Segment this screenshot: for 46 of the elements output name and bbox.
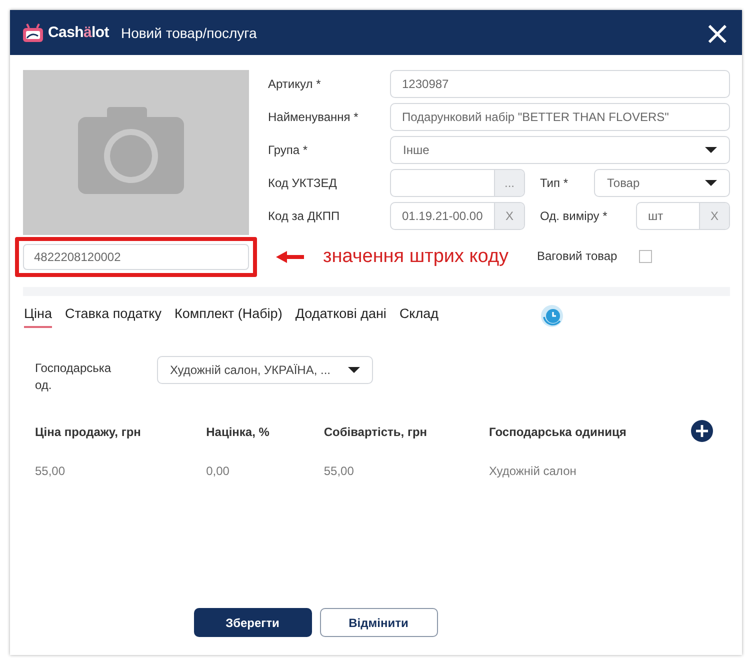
field-label: Артикул * <box>268 77 322 91</box>
save-button[interactable]: Зберегти <box>194 608 312 637</box>
tab[interactable]: Склад <box>399 304 439 328</box>
table-cell-text: 55,00 <box>34 463 66 480</box>
table-cell-text: 0,00 <box>205 463 230 480</box>
logo-icon <box>22 22 44 42</box>
lookup-field[interactable]: шт X <box>636 202 730 230</box>
tab[interactable]: Додаткові дані <box>295 304 386 328</box>
dropdown[interactable]: Інше <box>390 136 730 164</box>
lookup-button[interactable]: X <box>494 203 524 229</box>
camera-icon <box>78 107 184 194</box>
table-cell-text: Художній салон <box>488 463 578 480</box>
column-header: Націнка, % <box>205 424 270 441</box>
text-field[interactable]: 1230987 <box>390 70 730 98</box>
history-icon[interactable] <box>540 304 564 328</box>
table-cell-text: 55,00 <box>322 463 355 480</box>
lookup-field[interactable]: 01.19.21-00.00 X <box>390 202 525 230</box>
field-label: Група * <box>268 143 309 157</box>
field-label: Найменування * <box>268 110 360 124</box>
lookup-button[interactable]: ... <box>494 170 524 196</box>
close-button[interactable]: × <box>704 18 730 48</box>
window-title: Новий товар/послуга <box>120 24 258 40</box>
checkbox[interactable] <box>639 250 652 262</box>
field-label: Код УКТЗЕД <box>268 176 338 190</box>
column-header: Собівартість, грн <box>322 424 428 441</box>
column-header: Ціна продажу, грн <box>34 424 142 441</box>
tab[interactable]: Комплект (Набір) <box>174 304 282 328</box>
tab[interactable]: Ціна <box>24 304 52 328</box>
field-label: Код за ДКПП <box>268 209 341 223</box>
annotation-text: значення штрих коду <box>323 246 509 268</box>
barcode-field[interactable]: 4822208120002 <box>23 244 249 270</box>
tab[interactable]: Ставка податку <box>64 304 162 328</box>
dropdown[interactable]: Художній салон, УКРАЇНА, ... <box>157 356 373 384</box>
add-icon[interactable] <box>691 420 713 442</box>
column-header: Господарська одиниця <box>488 424 628 441</box>
lookup-button[interactable]: X <box>699 203 729 229</box>
field-label: Од. виміру * <box>540 209 608 223</box>
text-field[interactable]: Подарунковий набір "BETTER THAN FLOVERS" <box>390 103 730 131</box>
cancel-button[interactable]: Відмінити <box>320 608 438 637</box>
lookup-field[interactable]: ... <box>390 169 525 197</box>
field-label: Ваговий товар <box>537 249 618 263</box>
field-label: Господарська од. <box>35 360 112 394</box>
dropdown[interactable]: Товар <box>594 169 730 197</box>
logo-text: Cashälot <box>48 24 109 41</box>
arrow-icon <box>276 250 304 264</box>
field-label: Тип * <box>540 176 570 190</box>
